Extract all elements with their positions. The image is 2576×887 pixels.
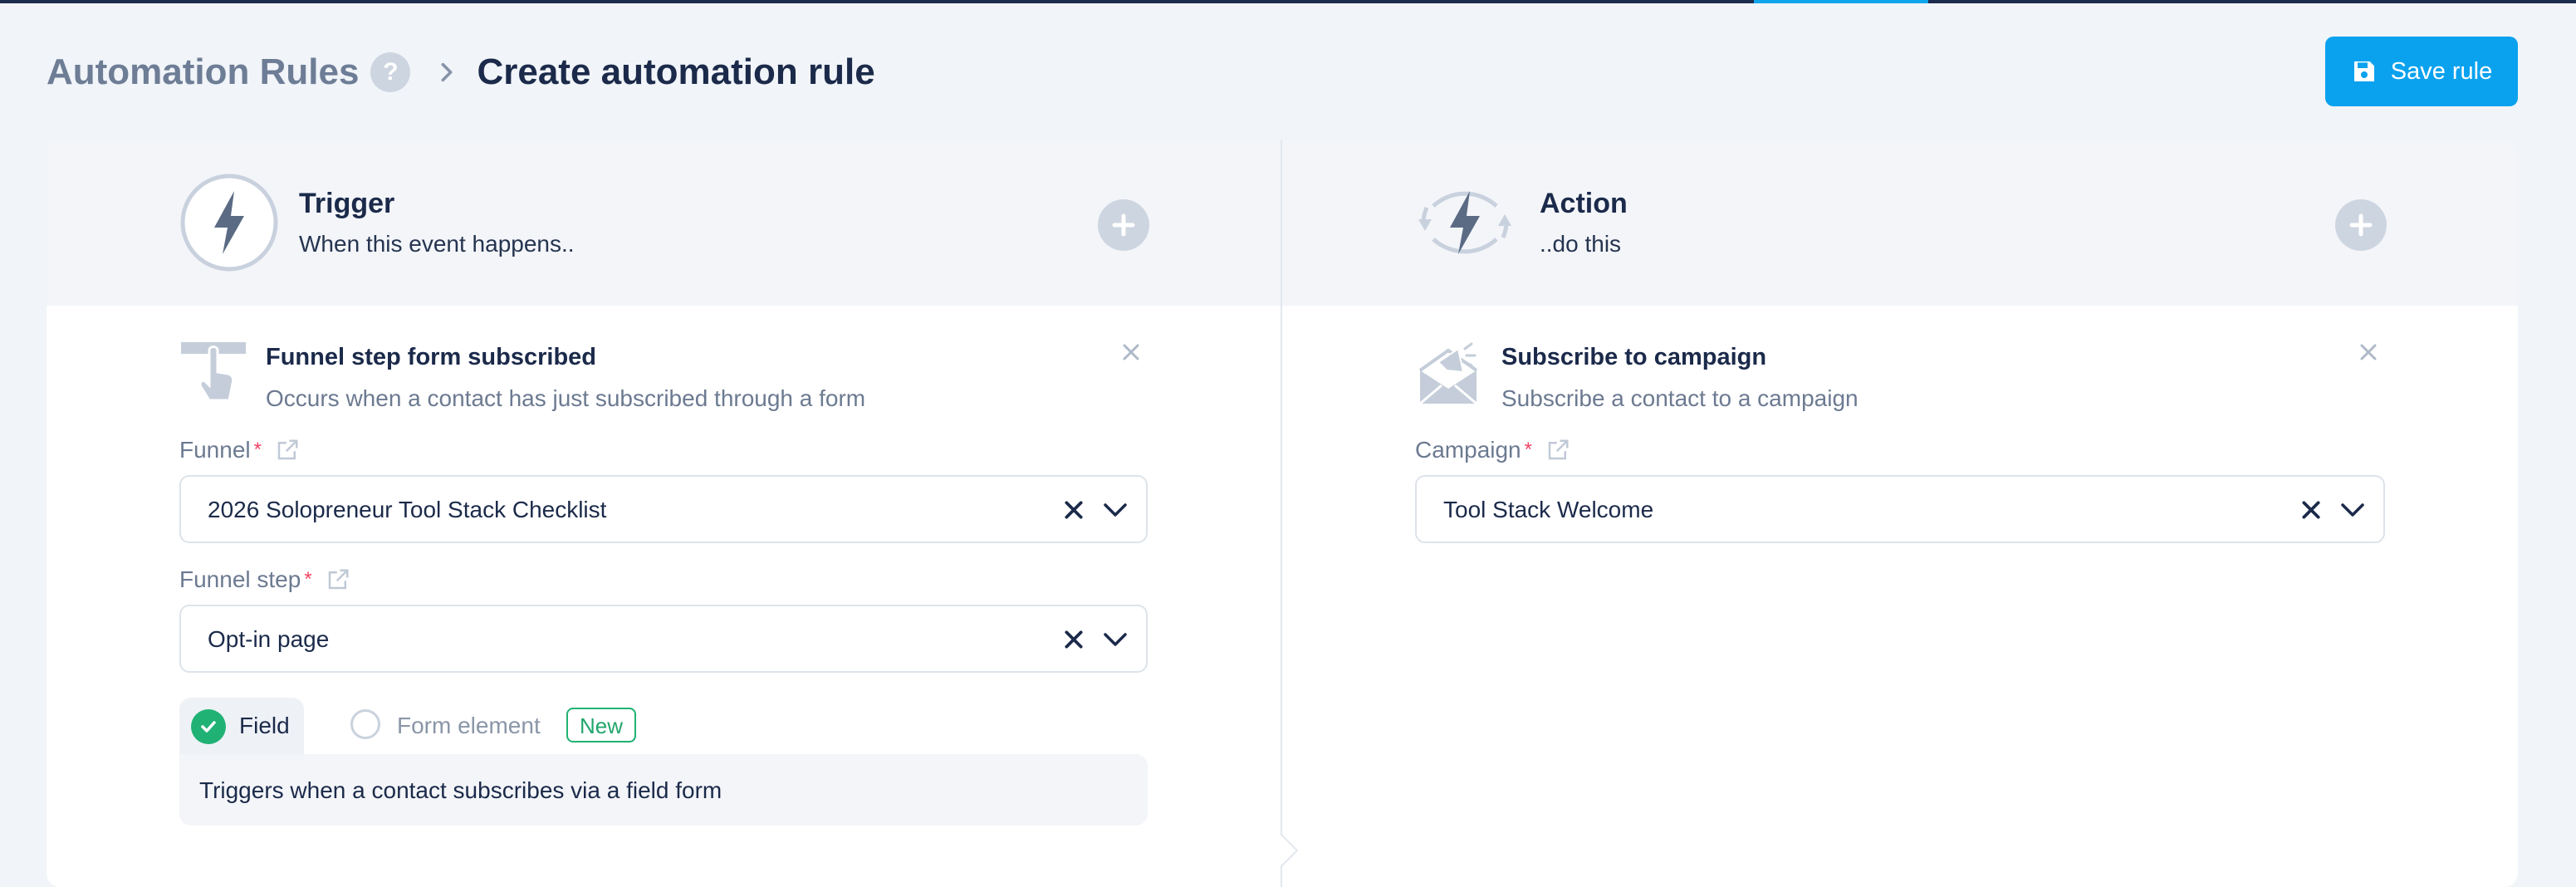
new-badge: New [566, 708, 637, 742]
trigger-subheading: When this event happens.. [299, 231, 575, 257]
chevron-down-icon[interactable] [2340, 499, 2365, 521]
breadcrumb: Automation Rules ? Create automation rul… [47, 43, 875, 101]
funnel-step-label-text: Funnel step [179, 566, 301, 592]
plus-icon [2349, 213, 2373, 237]
flow-arrow-notch [1280, 834, 1299, 867]
close-icon[interactable] [1121, 342, 1141, 362]
automation-rule-card: Trigger When this event happens.. Action… [47, 140, 2518, 887]
save-rule-button[interactable]: Save rule [2325, 37, 2518, 106]
campaign-select[interactable]: Tool Stack Welcome [1415, 475, 2385, 543]
funnel-select-value: 2026 Solopreneur Tool Stack Checklist [208, 497, 607, 522]
close-icon[interactable] [2358, 342, 2378, 362]
add-action-button[interactable] [2335, 199, 2387, 251]
lightning-bolt-cycle-icon [1418, 191, 1511, 254]
required-marker: * [1524, 439, 1532, 461]
page-title: Create automation rule [477, 51, 875, 92]
trigger-item-title: Funnel step form subscribed [266, 344, 596, 370]
external-link-icon[interactable] [275, 438, 300, 463]
funnel-select[interactable]: 2026 Solopreneur Tool Stack Checklist [179, 475, 1148, 543]
campaign-select-value: Tool Stack Welcome [1443, 497, 1654, 522]
plus-icon [1112, 213, 1135, 237]
lightning-bolt-icon [180, 174, 278, 272]
action-item-description: Subscribe a contact to a campaign [1501, 385, 1859, 411]
form-element-option-label[interactable]: Form element [397, 713, 541, 739]
check-icon [201, 721, 216, 733]
form-element-option-radio[interactable] [350, 709, 380, 739]
chevron-down-icon[interactable] [1103, 629, 1128, 650]
field-option-radio-checked[interactable] [191, 709, 226, 744]
external-link-icon[interactable] [326, 567, 350, 592]
action-item-title: Subscribe to campaign [1501, 344, 1767, 370]
clear-icon[interactable] [1063, 629, 1085, 650]
save-rule-label: Save rule [2390, 57, 2493, 85]
funnel-step-field-label: Funnel step * [179, 566, 350, 593]
help-icon[interactable]: ? [370, 52, 411, 92]
campaign-field-label: Campaign * [1415, 437, 1570, 463]
required-marker: * [253, 439, 262, 461]
option-description-text: Triggers when a contact subscribes via a… [199, 777, 722, 803]
funnel-label-text: Funnel [179, 437, 251, 463]
save-icon [2353, 61, 2374, 81]
funnel-step-select-value: Opt-in page [208, 626, 330, 652]
chevron-right-icon [442, 62, 453, 82]
column-divider [1281, 140, 1282, 887]
loading-indicator [1754, 0, 1928, 3]
action-subheading: ..do this [1540, 231, 1622, 257]
hand-pointer-icon [181, 342, 246, 402]
campaign-label-text: Campaign [1415, 437, 1521, 463]
funnel-field-label: Funnel * [179, 437, 300, 463]
external-link-icon[interactable] [1545, 438, 1570, 463]
chevron-down-icon[interactable] [1103, 499, 1128, 521]
megaphone-envelope-icon [1418, 342, 1478, 405]
clear-icon[interactable] [2300, 499, 2322, 521]
help-glyph: ? [383, 58, 399, 86]
breadcrumb-automation-rules-link[interactable]: Automation Rules [47, 51, 359, 93]
required-marker: * [304, 568, 312, 591]
trigger-item-description: Occurs when a contact has just subscribe… [266, 385, 866, 411]
top-loading-bar [0, 0, 2576, 3]
field-option-label[interactable]: Field [239, 713, 290, 739]
add-trigger-button[interactable] [1098, 199, 1149, 251]
funnel-step-select[interactable]: Opt-in page [179, 605, 1148, 673]
action-heading: Action [1540, 188, 1628, 219]
trigger-heading: Trigger [299, 188, 395, 219]
clear-icon[interactable] [1063, 499, 1085, 521]
